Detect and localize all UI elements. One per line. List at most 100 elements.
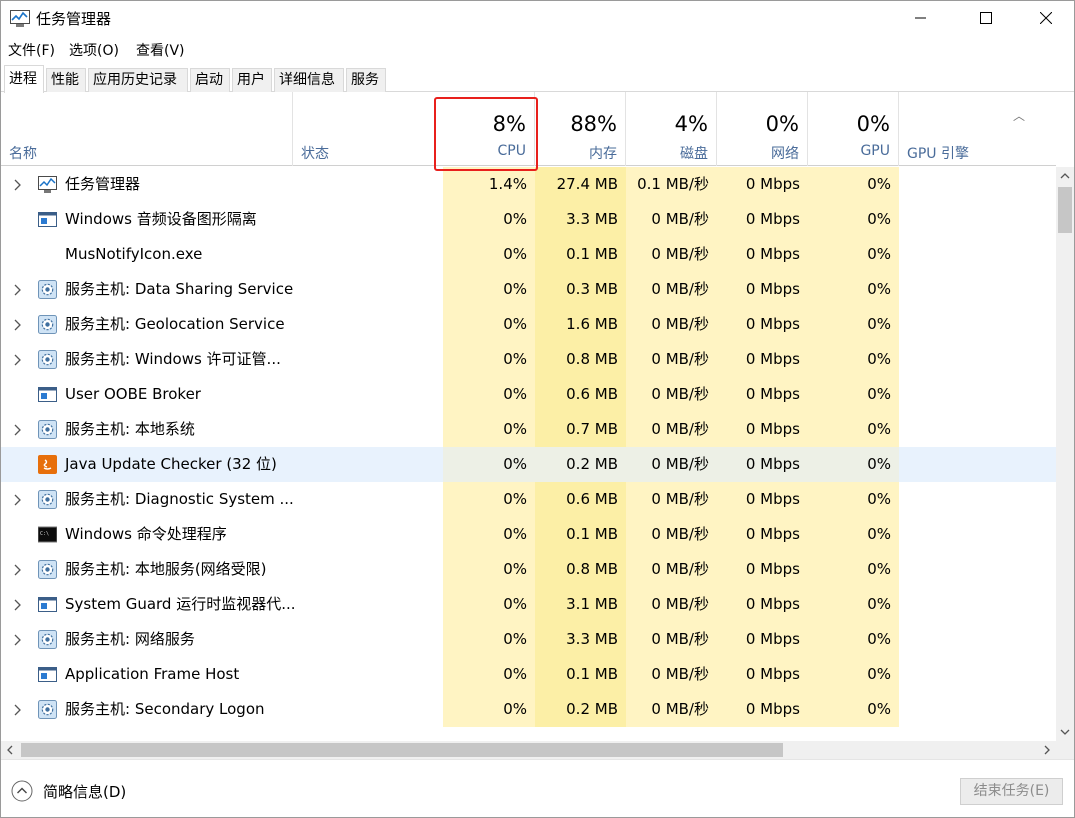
chevron-right-icon[interactable] <box>11 178 25 192</box>
process-cpu: 0% <box>443 482 535 517</box>
scroll-left-arrow-icon[interactable] <box>1 741 19 759</box>
memory-percent: 88% <box>570 112 617 136</box>
menu-options[interactable]: 选项(O) <box>69 40 119 60</box>
scroll-right-arrow-icon[interactable] <box>1038 741 1056 759</box>
process-memory: 0.2 MB <box>535 692 626 727</box>
process-disk: 0 MB/秒 <box>626 622 717 657</box>
close-button[interactable] <box>1023 1 1069 35</box>
task-manager-app-icon <box>10 10 30 27</box>
process-row[interactable]: MusNotifyIcon.exe 0% 0.1 MB 0 MB/秒 0 Mbps 0% <box>1 237 1056 272</box>
minimize-button[interactable] <box>898 1 944 35</box>
process-row[interactable]: 服务主机: Secondary Logon 0% 0.2 MB 0 MB/秒 0 Mbp… <box>1 692 1056 727</box>
chevron-right-icon[interactable] <box>11 703 25 717</box>
tab-app-history[interactable]: 应用历史记录 <box>88 68 188 92</box>
menu-file[interactable]: 文件(F) <box>8 40 55 60</box>
title-bar[interactable]: 任务管理器 <box>1 1 1074 37</box>
process-name: 服务主机: Geolocation Service <box>65 315 285 333</box>
process-row[interactable]: 服务主机: 网络服务 0% 3.3 MB 0 MB/秒 0 Mbps 0% <box>1 622 1056 657</box>
gear-icon <box>38 280 57 299</box>
process-name: 服务主机: Secondary Logon <box>65 700 265 718</box>
process-network: 0 Mbps <box>717 482 808 517</box>
cpu-column-highlight-box <box>434 97 538 171</box>
process-disk: 0 MB/秒 <box>626 272 717 307</box>
scrollbar-corner <box>1056 741 1074 759</box>
process-row[interactable]: 任务管理器 1.4% 27.4 MB 0.1 MB/秒 0 Mbps 0% <box>1 167 1056 202</box>
tab-details[interactable]: 详细信息 <box>274 68 344 92</box>
process-disk: 0 MB/秒 <box>626 307 717 342</box>
process-memory: 3.1 MB <box>535 587 626 622</box>
chevron-right-icon[interactable] <box>11 423 25 437</box>
process-name: 服务主机: 本地系统 <box>65 420 195 438</box>
process-row[interactable]: C:\ Windows 命令处理程序 0% 0.1 MB 0 MB/秒 0 Mbps 0% <box>1 517 1056 552</box>
process-row[interactable]: Java Update Checker (32 位) 0% 0.2 MB 0 MB/秒… <box>1 447 1056 482</box>
window-icon <box>38 210 57 229</box>
column-memory[interactable]: 88% 内存 <box>535 92 626 166</box>
process-name: Windows 音频设备图形隔离 <box>65 210 257 228</box>
chevron-right-icon[interactable] <box>11 598 25 612</box>
process-cpu: 0% <box>443 342 535 377</box>
process-name: 服务主机: Diagnostic System ... <box>65 490 294 508</box>
end-task-button[interactable]: 结束任务(E) <box>960 778 1063 805</box>
process-row[interactable]: 服务主机: 本地服务(网络受限) 0% 0.8 MB 0 MB/秒 0 Mbps 0% <box>1 552 1056 587</box>
scroll-up-arrow-icon[interactable] <box>1056 167 1074 185</box>
process-name: Application Frame Host <box>65 665 240 683</box>
taskmgr-icon <box>38 175 57 194</box>
process-row[interactable]: 服务主机: Geolocation Service 0% 1.6 MB 0 MB/秒 0… <box>1 307 1056 342</box>
scroll-down-arrow-icon[interactable] <box>1056 723 1074 741</box>
chevron-right-icon[interactable] <box>11 353 25 367</box>
process-network: 0 Mbps <box>717 307 808 342</box>
process-name: 任务管理器 <box>65 175 141 193</box>
tab-processes[interactable]: 进程 <box>4 65 44 93</box>
fewer-details-label: 简略信息(D) <box>43 782 127 801</box>
sort-up-icon[interactable]: ︿ <box>1013 107 1025 124</box>
process-memory: 1.6 MB <box>535 307 626 342</box>
process-row[interactable]: Windows 音频设备图形隔离 0% 3.3 MB 0 MB/秒 0 Mbps 0% <box>1 202 1056 237</box>
process-network: 0 Mbps <box>717 342 808 377</box>
process-gpu: 0% <box>808 552 899 587</box>
column-gpu-engine[interactable]: GPU 引擎 <box>899 92 1056 166</box>
column-name[interactable]: 名称 <box>1 92 293 166</box>
process-network: 0 Mbps <box>717 377 808 412</box>
window-title: 任务管理器 <box>36 10 112 28</box>
tab-performance[interactable]: 性能 <box>46 68 86 92</box>
process-memory: 3.3 MB <box>535 202 626 237</box>
tab-services[interactable]: 服务 <box>346 68 386 92</box>
vertical-scroll-thumb[interactable] <box>1058 187 1072 233</box>
tab-startup[interactable]: 启动 <box>190 68 230 92</box>
menu-view[interactable]: 查看(V) <box>136 40 185 60</box>
gpu-percent: 0% <box>856 112 890 136</box>
fewer-details-link[interactable]: 简略信息(D) <box>11 780 126 802</box>
process-row[interactable]: System Guard 运行时监视器代... 0% 3.1 MB 0 MB/秒 0 M… <box>1 587 1056 622</box>
chevron-right-icon[interactable] <box>11 633 25 647</box>
chevron-right-icon[interactable] <box>11 283 25 297</box>
process-row[interactable]: 服务主机: Diagnostic System ... 0% 0.6 MB 0 MB/… <box>1 482 1056 517</box>
window-icon <box>38 385 57 404</box>
column-gpu[interactable]: 0% GPU <box>808 92 899 166</box>
maximize-button[interactable] <box>963 1 1009 35</box>
column-disk[interactable]: 4% 磁盘 <box>626 92 717 166</box>
process-row[interactable]: User OOBE Broker 0% 0.6 MB 0 MB/秒 0 Mbps 0% <box>1 377 1056 412</box>
process-cpu: 0% <box>443 622 535 657</box>
process-row[interactable]: 服务主机: Data Sharing Service 0% 0.3 MB 0 MB/秒… <box>1 272 1056 307</box>
process-gpu: 0% <box>808 167 899 202</box>
process-memory: 0.2 MB <box>535 447 626 482</box>
process-row[interactable]: 服务主机: 本地系统 0% 0.7 MB 0 MB/秒 0 Mbps 0% <box>1 412 1056 447</box>
horizontal-scroll-thumb[interactable] <box>21 743 783 757</box>
process-row[interactable]: 服务主机: Windows 许可证管... 0% 0.8 MB 0 MB/秒 0 Mbp… <box>1 342 1056 377</box>
tab-users[interactable]: 用户 <box>232 68 272 92</box>
process-row[interactable]: Application Frame Host 0% 0.1 MB 0 MB/秒 0 Mb… <box>1 657 1056 692</box>
process-network: 0 Mbps <box>717 552 808 587</box>
process-gpu: 0% <box>808 377 899 412</box>
column-status[interactable]: 状态 <box>293 92 443 166</box>
chevron-right-icon[interactable] <box>11 563 25 577</box>
process-cpu: 0% <box>443 447 535 482</box>
vertical-scrollbar[interactable] <box>1056 167 1074 741</box>
footer-bar: 简略信息(D) 结束任务(E) <box>1 759 1074 817</box>
column-network[interactable]: 0% 网络 <box>717 92 808 166</box>
chevron-right-icon[interactable] <box>11 493 25 507</box>
process-disk: 0.1 MB/秒 <box>626 167 717 202</box>
process-gpu: 0% <box>808 342 899 377</box>
horizontal-scrollbar[interactable] <box>1 741 1056 759</box>
process-name: User OOBE Broker <box>65 385 201 403</box>
chevron-right-icon[interactable] <box>11 318 25 332</box>
